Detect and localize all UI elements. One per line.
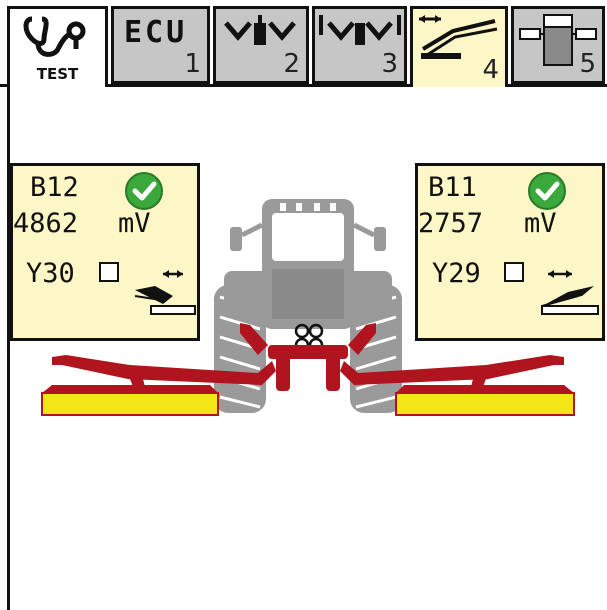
tab-3-number: 3 [381, 49, 398, 79]
tab-3[interactable]: 3 [312, 6, 407, 84]
sensor-b11-unit: mV [524, 208, 557, 239]
right-sensor-panel: B11 2757 mV Y29 [415, 163, 605, 341]
tab-bar: TEST ECU 1 2 3 4 5 [0, 0, 607, 87]
left-sensor-panel: B12 4862 mV Y30 [10, 163, 200, 341]
tab-ecu-number: 1 [184, 49, 201, 79]
valve-y29-checkbox[interactable] [504, 262, 524, 282]
tab-4[interactable]: 4 [410, 6, 508, 87]
arm-retract-icon [541, 270, 599, 315]
sensor-b11-label: B11 [428, 172, 477, 203]
arm-retract-icon [134, 270, 196, 315]
sensor-b12-label: B12 [30, 172, 79, 203]
sensor-ok-icon [125, 172, 163, 210]
valve-y29-label: Y29 [432, 258, 481, 289]
diagnostic-screen: TEST ECU 1 2 3 4 5 B12 4862 mV Y30 B11 2… [0, 0, 607, 610]
sensor-ok-icon [528, 172, 566, 210]
sensor-b11-voltage: 2757 [418, 208, 484, 239]
tab-5[interactable]: 5 [511, 6, 605, 84]
valve-y30-label: Y30 [26, 258, 75, 289]
cab-window [272, 213, 344, 261]
tab-test-label: TEST [36, 65, 79, 83]
tab-ecu-label: ECU [124, 15, 188, 50]
mower-decks [41, 385, 575, 416]
tab-5-number: 5 [579, 49, 596, 79]
tab-test[interactable]: TEST [7, 6, 108, 87]
sensor-b12-voltage: 4862 [13, 208, 79, 239]
tab-ecu[interactable]: ECU 1 [111, 6, 210, 84]
sensor-b12-unit: mV [118, 208, 151, 239]
tab-2-number: 2 [283, 49, 300, 79]
diagnosis-icon [23, 16, 86, 57]
tab-2[interactable]: 2 [213, 6, 309, 84]
valve-y30-checkbox[interactable] [99, 262, 119, 282]
tab-4-number: 4 [482, 55, 499, 85]
